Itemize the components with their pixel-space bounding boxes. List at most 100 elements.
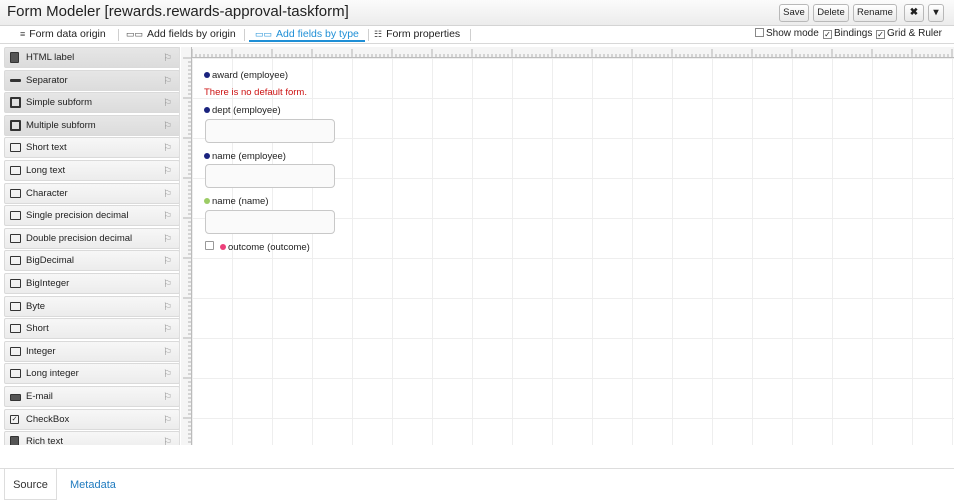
name-employee-input[interactable]: [205, 164, 335, 188]
tab-label: Form properties: [386, 28, 461, 40]
textbox-icon: [10, 233, 21, 243]
save-button[interactable]: Save: [779, 4, 809, 22]
palette-item[interactable]: ✓ CheckBox ⚐: [4, 408, 179, 430]
grid-ruler-toggle[interactable]: ✓ Grid & Ruler: [876, 28, 942, 39]
title-bar: Form Modeler [rewards.rewards-approval-t…: [0, 0, 954, 26]
field-label-name-employee[interactable]: name (employee): [204, 151, 286, 162]
separator: [118, 29, 119, 41]
palette-item-label: Integer: [26, 345, 56, 357]
binding-dot: [220, 244, 226, 250]
tab-metadata[interactable]: Metadata: [70, 469, 116, 500]
tab-label: Add fields by type: [276, 28, 359, 40]
rich-text-icon: [10, 436, 19, 445]
flag-icon: ⚐: [163, 279, 172, 290]
flag-icon: ⚐: [163, 346, 172, 358]
palette-item-label: E-mail: [26, 391, 53, 402]
palette-item[interactable]: Rich text ⚐: [4, 431, 179, 445]
field-label-award[interactable]: award (employee): [204, 70, 288, 81]
textbox-icon: [10, 256, 21, 266]
palette-item-label: Simple subform: [26, 97, 92, 109]
horizontal-ruler: [181, 47, 954, 58]
flag-icon: ⚐: [163, 188, 172, 200]
tab-label: Add fields by origin: [147, 28, 236, 40]
palette-item[interactable]: Single precision decimal ⚐: [4, 205, 179, 227]
no-default-form-message: There is no default form.: [204, 87, 307, 98]
textbox-icon: [10, 211, 21, 221]
close-icon[interactable]: ✖: [904, 4, 924, 22]
palette-item[interactable]: Byte ⚐: [4, 295, 179, 317]
separator-icon: [10, 78, 21, 82]
palette-item[interactable]: Double precision decimal ⚐: [4, 227, 179, 249]
bindings-checkbox[interactable]: ✓: [823, 30, 832, 39]
binding-dot: [204, 198, 210, 204]
palette-item-label: Rich text: [26, 436, 63, 445]
palette-item[interactable]: BigInteger ⚐: [4, 273, 179, 294]
palette-item-label: CheckBox: [26, 413, 70, 425]
palette-item[interactable]: Long integer ⚐: [4, 363, 179, 385]
flag-icon: ⚐: [163, 75, 172, 87]
tab-source[interactable]: Source: [4, 469, 57, 500]
flag-icon: ⚐: [163, 53, 172, 64]
flag-icon: ⚐: [163, 414, 172, 426]
flag-icon: ⚐: [163, 392, 172, 403]
tab-form-properties[interactable]: ☷ Form properties: [374, 27, 460, 42]
flag-icon: ⚐: [163, 233, 172, 245]
flag-icon: ⚐: [163, 211, 172, 223]
textbox-icon: [10, 166, 21, 175]
palette-item-label: Multiple subform: [26, 119, 96, 131]
palette-item[interactable]: Multiple subform ⚐: [4, 114, 179, 136]
tab-form-data-origin[interactable]: ≡ Form data origin: [20, 27, 106, 42]
palette-item[interactable]: Long text ⚐: [4, 160, 179, 181]
show-mode-toggle[interactable]: Show mode: [755, 28, 819, 39]
field-label-dept[interactable]: dept (employee): [204, 105, 281, 116]
grid-ruler-label: Grid & Ruler: [887, 28, 943, 39]
separator: [470, 29, 471, 41]
show-mode-checkbox[interactable]: [755, 28, 764, 37]
tab-add-fields-by-type[interactable]: ▭▭ Add fields by type: [249, 27, 365, 42]
vertical-ruler: [181, 47, 192, 445]
bindings-label: Bindings: [834, 28, 873, 39]
palette-item[interactable]: Simple subform ⚐: [4, 92, 179, 114]
chevron-down-icon[interactable]: ▾: [928, 4, 944, 22]
field-label-name[interactable]: name (name): [204, 196, 269, 207]
dept-input[interactable]: [205, 119, 335, 143]
window-title: Form Modeler [rewards.rewards-approval-t…: [7, 3, 349, 20]
textbox-icon: [10, 369, 21, 379]
rename-button[interactable]: Rename: [853, 4, 897, 22]
palette-item-label: BigDecimal: [26, 255, 75, 267]
flag-icon: ⚐: [163, 301, 172, 313]
form-canvas[interactable]: award (employee) There is no default for…: [192, 58, 954, 445]
bindings-toggle[interactable]: ✓ Bindings: [823, 28, 872, 39]
outcome-checkbox[interactable]: [205, 241, 214, 250]
palette-item[interactable]: Character ⚐: [4, 182, 179, 204]
delete-button[interactable]: Delete: [813, 4, 849, 22]
flag-icon: ⚐: [163, 256, 172, 268]
html-label-icon: [10, 52, 19, 63]
name-input[interactable]: [205, 210, 335, 234]
palette-item[interactable]: Short ⚐: [4, 318, 179, 340]
flag-icon: ⚐: [163, 166, 172, 177]
textbox-icon: [10, 301, 21, 311]
palette-item-label: BigInteger: [26, 278, 70, 289]
palette-item[interactable]: E-mail ⚐: [4, 386, 179, 407]
textbox-icon: [10, 324, 21, 334]
palette-item[interactable]: BigDecimal ⚐: [4, 250, 179, 272]
subform-icon: [10, 97, 21, 109]
grid-ruler-checkbox[interactable]: ✓: [876, 30, 885, 39]
tab-add-fields-by-origin[interactable]: ▭▭ Add fields by origin: [126, 27, 236, 42]
palette-item-label: Character: [26, 187, 68, 199]
separator: [244, 29, 245, 41]
textbox-icon: [10, 143, 21, 153]
palette-item-label: Short: [26, 323, 49, 335]
palette-item[interactable]: Separator ⚐: [4, 69, 179, 91]
flag-icon: ⚐: [163, 437, 172, 445]
field-label-outcome[interactable]: outcome (outcome): [220, 242, 310, 253]
palette-item[interactable]: HTML label ⚐: [4, 47, 179, 68]
palette-item[interactable]: Short text ⚐: [4, 137, 179, 159]
checkbox-icon: ✓: [10, 414, 19, 424]
field-type-palette: HTML label ⚐ Separator ⚐ Simple subform ⚐ Mult…: [4, 47, 180, 445]
show-mode-label: Show mode: [766, 28, 819, 39]
separator: [368, 29, 369, 41]
palette-item[interactable]: Integer ⚐: [4, 340, 179, 362]
modeler-toolbar: ≡ Form data origin ▭▭ Add fields by origin…: [0, 26, 954, 44]
